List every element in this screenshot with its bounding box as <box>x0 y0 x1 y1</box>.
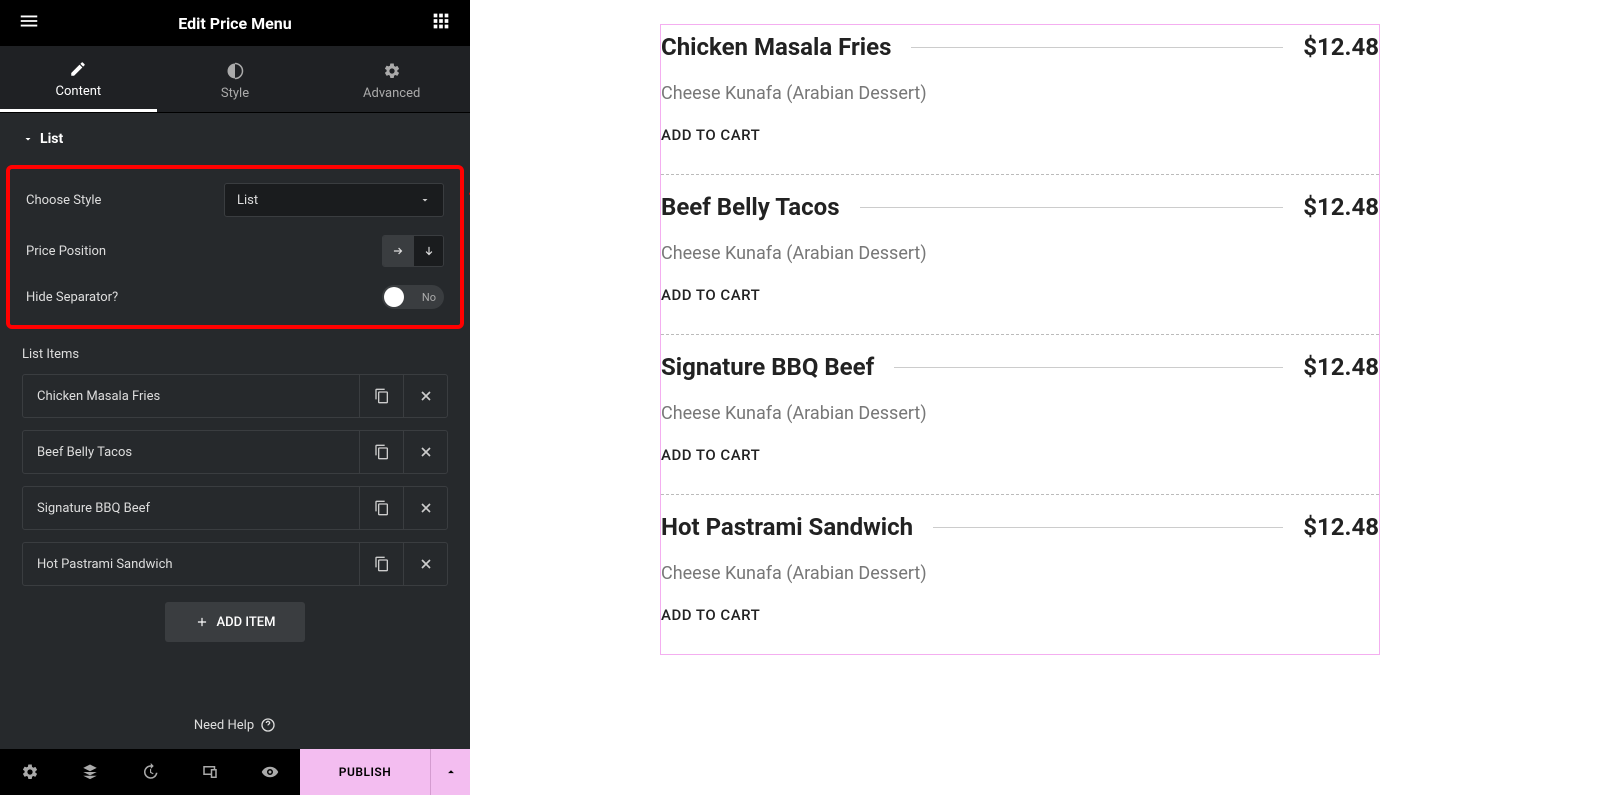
price-position-buttons <box>382 235 444 267</box>
editor-title: Edit Price Menu <box>178 14 291 33</box>
settings-icon[interactable] <box>0 749 60 795</box>
menu-price: $12.48 <box>1303 513 1379 541</box>
bottom-bar: PUBLISH <box>0 749 470 795</box>
copy-item-button[interactable] <box>359 375 403 417</box>
publish-options-button[interactable] <box>430 749 470 795</box>
menu-title: Hot Pastrami Sandwich <box>661 513 913 541</box>
choose-style-select[interactable]: List <box>224 183 444 217</box>
copy-item-button[interactable] <box>359 487 403 529</box>
hide-separator-toggle[interactable]: No <box>382 285 444 309</box>
editor-topbar: Edit Price Menu <box>0 0 470 46</box>
close-icon <box>418 500 434 516</box>
close-icon <box>418 388 434 404</box>
chevron-down-icon <box>419 194 431 206</box>
apps-icon[interactable] <box>430 10 452 36</box>
price-position-label: Price Position <box>26 244 106 259</box>
annotation-highlight: Choose Style List Price Position <box>6 165 464 329</box>
list-item-name[interactable]: Beef Belly Tacos <box>23 431 359 473</box>
add-to-cart-link[interactable]: ADD TO CART <box>661 126 1379 144</box>
list-item: Chicken Masala Fries <box>22 374 448 418</box>
menu-description: Cheese Kunafa (Arabian Dessert) <box>661 243 1379 264</box>
menu-price: $12.48 <box>1303 353 1379 381</box>
price-position-down[interactable] <box>413 236 443 266</box>
menu-entry: Chicken Masala Fries $12.48 Cheese Kunafa … <box>661 29 1379 174</box>
menu-entry: Beef Belly Tacos $12.48 Cheese Kunafa (Ara… <box>661 174 1379 334</box>
caret-down-icon <box>22 133 34 145</box>
choose-style-label: Choose Style <box>26 193 101 208</box>
price-menu-widget[interactable]: Chicken Masala Fries $12.48 Cheese Kunafa … <box>660 24 1380 655</box>
history-icon[interactable] <box>120 749 180 795</box>
add-item-button[interactable]: ADD ITEM <box>165 602 305 642</box>
add-to-cart-link[interactable]: ADD TO CART <box>661 286 1379 304</box>
publish-button[interactable]: PUBLISH <box>300 749 430 795</box>
add-to-cart-link[interactable]: ADD TO CART <box>661 606 1379 624</box>
add-to-cart-link[interactable]: ADD TO CART <box>661 446 1379 464</box>
list-item-name[interactable]: Chicken Masala Fries <box>23 375 359 417</box>
menu-price: $12.48 <box>1303 33 1379 61</box>
tab-content[interactable]: Content <box>0 46 157 112</box>
preview-icon[interactable] <box>240 749 300 795</box>
copy-icon <box>374 500 390 516</box>
list-items-label: List Items <box>22 347 448 362</box>
chevron-up-icon <box>444 765 458 779</box>
close-icon <box>418 444 434 460</box>
menu-separator <box>860 207 1284 208</box>
menu-entry: Hot Pastrami Sandwich $12.48 Cheese Kunafa… <box>661 494 1379 654</box>
delete-item-button[interactable] <box>403 543 447 585</box>
plus-icon <box>195 615 209 629</box>
menu-price: $12.48 <box>1303 193 1379 221</box>
menu-icon[interactable] <box>18 10 40 36</box>
menu-entry: Signature BBQ Beef $12.48 Cheese Kunafa (A… <box>661 334 1379 494</box>
section-list-header[interactable]: List <box>22 131 448 147</box>
editor-sidebar: Edit Price Menu Content Style Advanced L… <box>0 0 470 795</box>
copy-icon <box>374 444 390 460</box>
navigator-icon[interactable] <box>60 749 120 795</box>
tab-style[interactable]: Style <box>157 46 314 112</box>
arrow-right-icon <box>391 244 405 258</box>
copy-item-button[interactable] <box>359 431 403 473</box>
menu-separator <box>911 47 1283 48</box>
responsive-icon[interactable] <box>180 749 240 795</box>
tab-advanced[interactable]: Advanced <box>313 46 470 112</box>
delete-item-button[interactable] <box>403 431 447 473</box>
menu-title: Beef Belly Tacos <box>661 193 840 221</box>
menu-separator <box>933 527 1283 528</box>
need-help-link[interactable]: Need Help <box>0 701 470 749</box>
delete-item-button[interactable] <box>403 487 447 529</box>
menu-description: Cheese Kunafa (Arabian Dessert) <box>661 403 1379 424</box>
list-item: Signature BBQ Beef <box>22 486 448 530</box>
menu-title: Chicken Masala Fries <box>661 33 891 61</box>
list-item-name[interactable]: Hot Pastrami Sandwich <box>23 543 359 585</box>
menu-separator <box>894 367 1283 368</box>
panel-body: List Choose Style List Price Position <box>0 113 470 701</box>
list-item-name[interactable]: Signature BBQ Beef <box>23 487 359 529</box>
copy-icon <box>374 388 390 404</box>
copy-icon <box>374 556 390 572</box>
delete-item-button[interactable] <box>403 375 447 417</box>
editor-tabs: Content Style Advanced <box>0 46 470 113</box>
price-position-right[interactable] <box>383 236 413 266</box>
copy-item-button[interactable] <box>359 543 403 585</box>
hide-separator-label: Hide Separator? <box>26 290 118 305</box>
list-item: Beef Belly Tacos <box>22 430 448 474</box>
menu-description: Cheese Kunafa (Arabian Dessert) <box>661 563 1379 584</box>
menu-description: Cheese Kunafa (Arabian Dessert) <box>661 83 1379 104</box>
list-item: Hot Pastrami Sandwich <box>22 542 448 586</box>
close-icon <box>418 556 434 572</box>
arrow-down-icon <box>422 244 436 258</box>
preview-area: Chicken Masala Fries $12.48 Cheese Kunafa … <box>470 0 1600 795</box>
menu-title: Signature BBQ Beef <box>661 353 874 381</box>
help-icon <box>260 717 276 733</box>
